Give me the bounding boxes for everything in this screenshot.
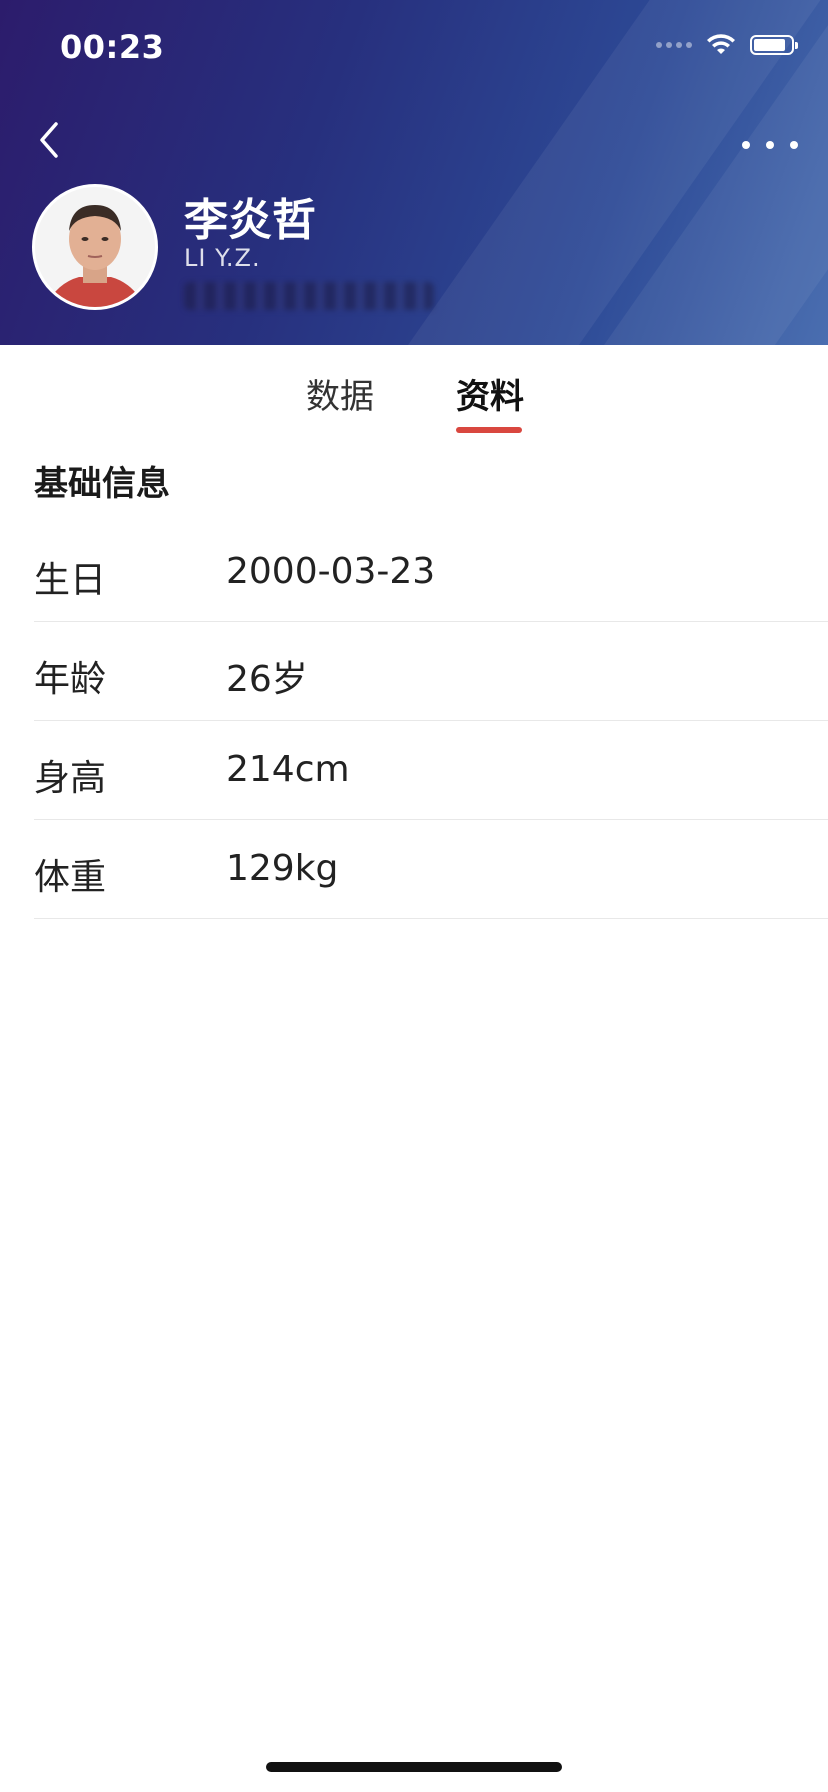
battery-icon [750,35,798,55]
chevron-left-icon [40,122,58,158]
status-indicators [656,34,798,56]
cellular-signal-icon [656,42,692,48]
info-value: 26岁 [226,659,308,700]
info-label: 体重 [34,857,107,898]
player-header: 00:23 李炎哲 LI Y.Z. [0,0,828,345]
info-row-birthday: 生日 2000-03-23 [34,523,828,622]
more-options-button[interactable] [742,128,798,162]
player-name: 李炎哲 [184,195,316,246]
more-dot [790,141,798,149]
info-label: 身高 [34,758,107,799]
more-dot [742,141,750,149]
info-label: 年龄 [34,659,107,700]
section-title: 基础信息 [34,464,170,504]
player-avatar [32,184,158,310]
wifi-icon [707,34,735,54]
tab-data[interactable]: 数据 [306,369,374,418]
tab-bar: 数据 资料 [0,345,828,435]
back-button[interactable] [30,118,70,162]
info-row-age: 年龄 26岁 [34,622,828,721]
battery-level [754,39,785,51]
info-row-weight: 体重 129kg [34,820,828,919]
player-latin-name: LI Y.Z. [184,244,261,272]
info-label: 生日 [34,560,107,601]
info-value: 2000-03-23 [226,551,436,592]
info-row-height: 身高 214cm [34,721,828,820]
tab-active-indicator [456,427,522,433]
info-value: 129kg [226,848,339,889]
blurred-team-info [184,282,434,310]
status-time: 00:23 [60,28,165,66]
player-photo [35,187,155,307]
home-indicator [266,1762,562,1772]
more-dot [766,141,774,149]
info-value: 214cm [226,749,350,790]
tab-profile[interactable]: 资料 [456,369,524,418]
